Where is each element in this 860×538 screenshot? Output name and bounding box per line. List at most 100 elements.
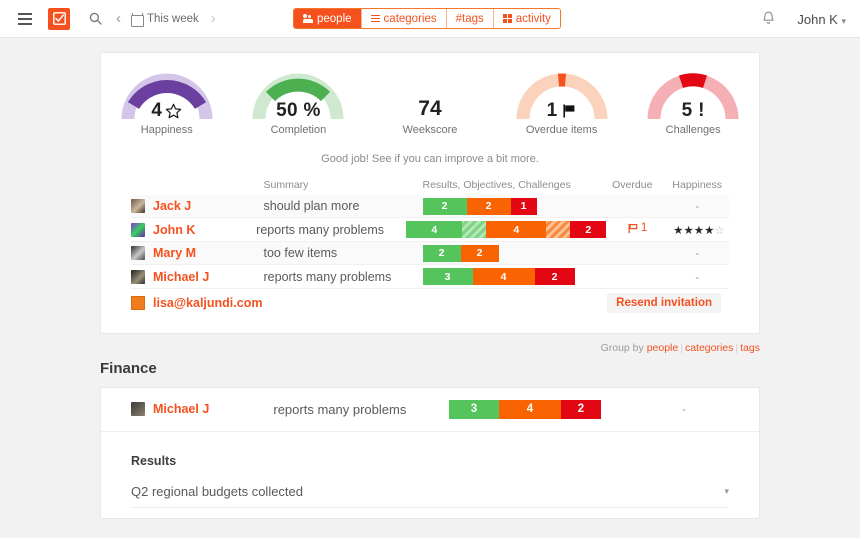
- bar-segment-green-solid[interactable]: 4: [406, 221, 462, 238]
- invite-row: lisa@kaljundi.com Resend invitation: [131, 289, 729, 317]
- group-by-people[interactable]: people: [647, 342, 679, 354]
- happiness-empty: -: [695, 270, 699, 284]
- gauge-completion: 50 % Completion: [233, 71, 365, 136]
- row-identity[interactable]: John K: [131, 223, 256, 237]
- photo-avatar: [131, 402, 145, 416]
- group-by-tags[interactable]: tags: [740, 342, 760, 354]
- row-summary: reports many problems: [264, 270, 423, 284]
- bar-segment-orange-solid[interactable]: 4: [486, 221, 546, 238]
- invite-action-cell: Resend invitation: [599, 293, 729, 313]
- gauge-challenges-value: 5 !: [682, 100, 705, 122]
- gauge-overdue-items: 1 Overdue items: [496, 71, 628, 136]
- tab-people-label: people: [317, 13, 352, 25]
- row-progress-bar[interactable]: 22: [423, 245, 600, 262]
- app-logo-button[interactable]: [48, 8, 70, 30]
- chevron-left-icon: ‹: [116, 10, 121, 27]
- invite-email: lisa@kaljundi.com: [153, 296, 262, 310]
- chevron-down-icon[interactable]: ▾: [724, 486, 729, 497]
- search-button[interactable]: [82, 6, 108, 32]
- tab-activity-label: activity: [516, 13, 551, 25]
- period-label: This week: [147, 13, 199, 25]
- finance-person-identity[interactable]: Michael J: [131, 402, 273, 416]
- bar-segment-orange-solid[interactable]: 2: [467, 198, 511, 215]
- table-row[interactable]: Michael J reports many problems342 -: [131, 265, 729, 289]
- table-row[interactable]: Jack Jshould plan more221-: [131, 195, 729, 219]
- menu-button[interactable]: [12, 6, 38, 32]
- bar-segment-orange-solid[interactable]: 4: [499, 400, 561, 419]
- overdue-flag-icon[interactable]: 1: [628, 222, 647, 234]
- finance-result-text: Q2 regional budgets collected: [131, 484, 303, 499]
- table-header-row: Summary Results, Objectives, Challenges …: [131, 175, 729, 195]
- header-bars: Results, Objectives, Challenges: [423, 179, 600, 191]
- star-filled-icon: ★: [683, 225, 693, 237]
- gauge-overdue-arc: 1: [514, 71, 610, 121]
- resend-invitation-button[interactable]: Resend invitation: [607, 293, 721, 313]
- finance-person-name: Michael J: [153, 402, 209, 416]
- bar-segment-green-solid[interactable]: 3: [423, 268, 473, 285]
- bar-segment-green-striped[interactable]: [462, 221, 486, 238]
- next-period-button[interactable]: ›: [211, 10, 216, 27]
- group-by-categories[interactable]: categories: [685, 342, 733, 354]
- period-selector[interactable]: This week: [131, 13, 199, 25]
- tab-people[interactable]: people: [294, 9, 362, 28]
- bar-segment-green-solid[interactable]: 2: [423, 198, 467, 215]
- row-person-name: John K: [153, 223, 195, 237]
- invite-identity[interactable]: lisa@kaljundi.com: [131, 296, 264, 310]
- gauges-row: 4 Happiness 50 %: [101, 53, 759, 142]
- row-progress-bar[interactable]: 221: [423, 198, 600, 215]
- happiness-stars[interactable]: ★★★★☆: [673, 225, 725, 237]
- user-menu-button[interactable]: John K ▾: [797, 12, 846, 27]
- view-tabs: people categories #tags activity: [293, 8, 561, 29]
- row-summary: should plan more: [264, 199, 423, 213]
- row-bars-cell: 22: [423, 245, 600, 262]
- calendar-icon: [131, 13, 142, 25]
- row-happiness-cell: ★★★★☆: [669, 221, 729, 239]
- bar-segment-red-solid[interactable]: 2: [570, 221, 606, 238]
- tab-activity[interactable]: activity: [494, 9, 560, 28]
- gauge-weekscore: 74 Weekscore: [364, 71, 496, 136]
- bar-segment-orange-striped[interactable]: [546, 221, 570, 238]
- notifications-button[interactable]: [762, 11, 775, 28]
- finance-overdue-value: -: [682, 402, 686, 416]
- row-progress-bar[interactable]: 4 4 2: [406, 221, 606, 238]
- finance-person-overdue: -: [639, 400, 729, 418]
- bar-segment-red-solid[interactable]: 2: [535, 268, 575, 285]
- star-filled-icon: ★: [704, 225, 714, 237]
- gauge-happiness-label: Happiness: [141, 124, 193, 136]
- row-person-name: Michael J: [153, 270, 209, 284]
- header-overdue: Overdue: [599, 179, 665, 191]
- bar-segment-red-solid[interactable]: 2: [561, 400, 601, 419]
- bar-segment-orange-solid[interactable]: 2: [461, 245, 499, 262]
- finance-card: Michael J reports many problems 342 - Re…: [100, 387, 760, 519]
- photo-avatar: [131, 246, 145, 260]
- tab-tags-label: #tags: [456, 13, 484, 25]
- gauge-overdue-label: Overdue items: [526, 124, 598, 136]
- bar-segment-orange-solid[interactable]: 4: [473, 268, 535, 285]
- row-identity[interactable]: Mary M: [131, 246, 264, 260]
- topbar-right-controls: John K ▾: [762, 0, 846, 38]
- star-outline-icon: [165, 103, 182, 120]
- user-name-label: John K: [797, 12, 837, 27]
- row-progress-bar[interactable]: 342: [423, 268, 600, 285]
- row-identity[interactable]: Michael J: [131, 270, 264, 284]
- tab-categories[interactable]: categories: [362, 9, 447, 28]
- gauge-happiness-value-wrap: 4: [119, 100, 215, 122]
- tab-categories-label: categories: [384, 13, 437, 25]
- table-row[interactable]: John Kreports many problems4421★★★★☆: [131, 218, 729, 242]
- bar-segment-green-solid[interactable]: 2: [423, 245, 461, 262]
- bar-segment-green-solid[interactable]: 3: [449, 400, 499, 419]
- page-content: 4 Happiness 50 %: [0, 38, 860, 519]
- checkbox-logo-icon: [53, 12, 66, 25]
- prev-period-button[interactable]: ‹: [116, 10, 121, 27]
- finance-result-item[interactable]: Q2 regional budgets collected ▾: [131, 468, 729, 508]
- bar-segment-red-solid[interactable]: 1: [511, 198, 537, 215]
- gauge-overdue-value: 1: [547, 100, 558, 122]
- finance-progress-bar[interactable]: 342: [449, 400, 639, 419]
- photo-avatar: [131, 223, 145, 237]
- tab-tags[interactable]: #tags: [447, 9, 494, 28]
- row-identity[interactable]: Jack J: [131, 199, 264, 213]
- header-happiness: Happiness: [665, 179, 729, 191]
- table-row[interactable]: Mary Mtoo few items22-: [131, 242, 729, 266]
- gauge-completion-value-wrap: 50 %: [250, 100, 346, 122]
- hamburger-icon: [18, 13, 32, 25]
